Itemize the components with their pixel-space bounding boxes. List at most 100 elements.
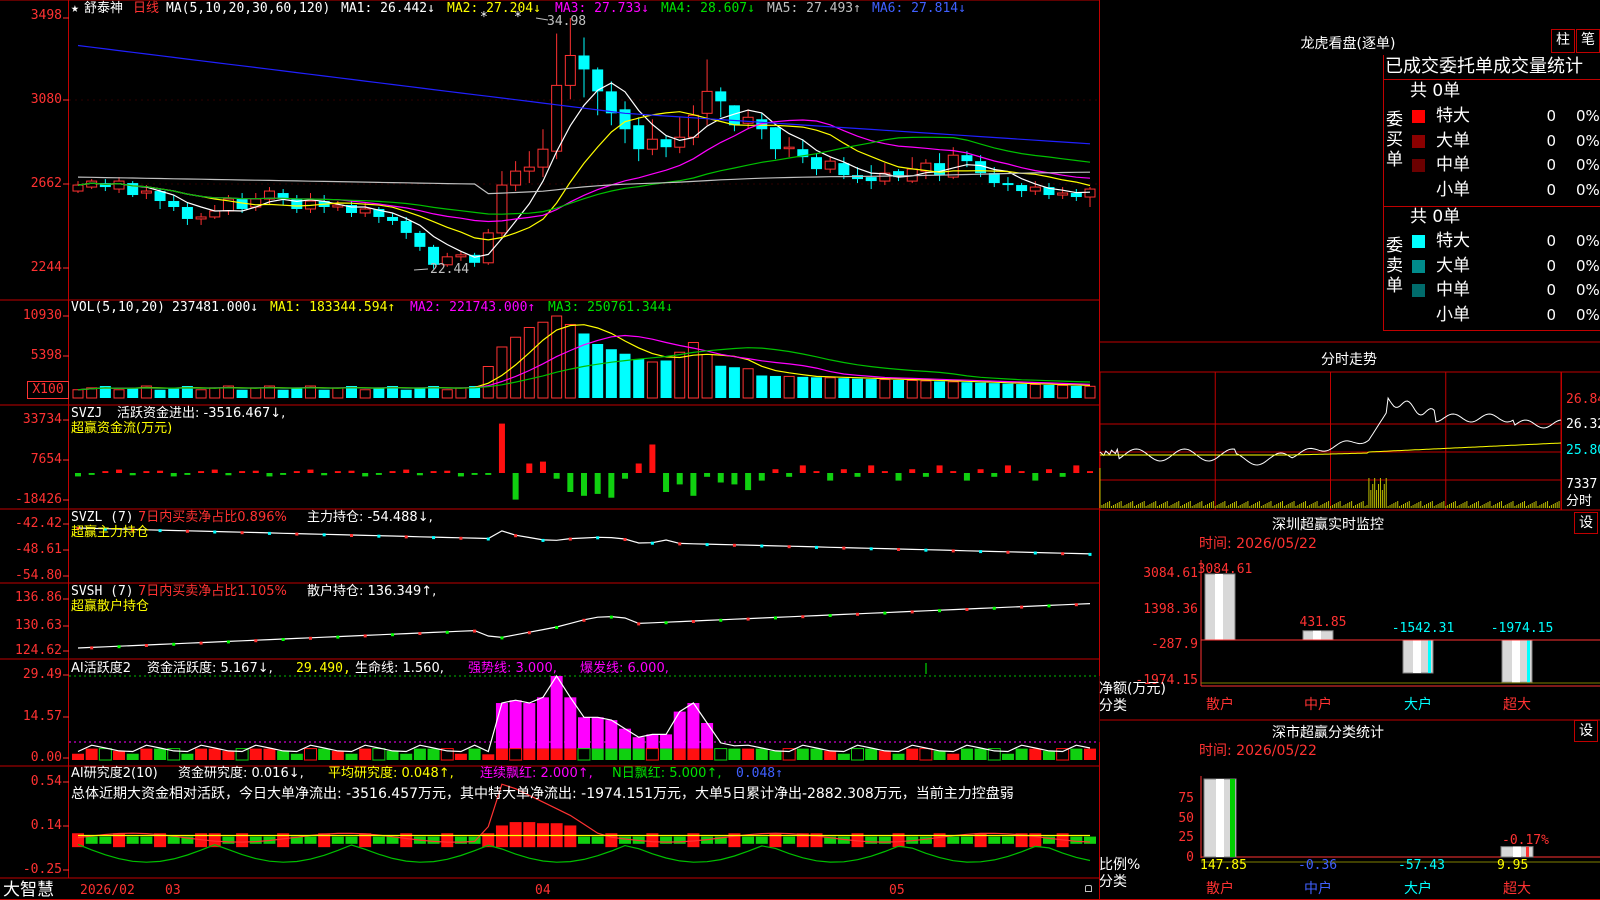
- classify-settings-button[interactable]: 设: [1574, 720, 1598, 742]
- monitor-bar-highlight: [1512, 640, 1520, 683]
- vol-header: VOL(5,10,20): [71, 300, 165, 315]
- volume-bar: [742, 368, 754, 399]
- order-type-label: 小单: [1436, 304, 1470, 325]
- activity-bar: [509, 748, 523, 761]
- flow-bar: [362, 473, 369, 477]
- holding-marker: [596, 536, 600, 540]
- monitor-bar-edge: [1527, 640, 1530, 683]
- candle-body: [414, 232, 426, 247]
- activity-bar: [1056, 748, 1070, 761]
- volume-bar: [1070, 385, 1082, 398]
- activity-bar: [810, 748, 823, 760]
- flow-bar: [977, 469, 984, 473]
- activity-bar: [796, 748, 809, 760]
- monitor-category-label: 超大: [1503, 697, 1531, 713]
- flow-bar: [1059, 473, 1066, 477]
- activity-bar: [359, 748, 372, 760]
- intraday-title: 分时走势: [1321, 352, 1377, 368]
- research-bar: [1084, 836, 1096, 844]
- holding-marker: [308, 636, 312, 640]
- vol-yaxis-label: 5398: [30, 348, 62, 363]
- chart-canvas[interactable]: [0, 0, 1600, 900]
- classify-value-label: 9.95: [1497, 858, 1529, 873]
- lock-icon[interactable]: [1085, 885, 1092, 892]
- monitor-settings-button[interactable]: 设: [1574, 512, 1598, 534]
- favorite-star-icon[interactable]: ★: [71, 1, 79, 17]
- bar-view-button[interactable]: 柱: [1551, 29, 1575, 53]
- classify-yaxis-label: 0: [1186, 850, 1194, 865]
- volume-bar: [359, 389, 371, 399]
- candle-body: [988, 173, 1000, 184]
- tick-view-button[interactable]: 笔: [1576, 29, 1600, 53]
- candle-body: [1016, 185, 1028, 192]
- volume-bar: [674, 351, 686, 399]
- volume-bar: [852, 378, 864, 398]
- volume-bar: [769, 375, 781, 398]
- holding-marker: [90, 646, 94, 650]
- activity-bar: [632, 748, 645, 760]
- intraday-price-label: 26.84: [1566, 392, 1600, 407]
- order-color-swatch: [1412, 259, 1425, 273]
- flow-bar: [157, 470, 164, 473]
- candle-body: [523, 166, 535, 172]
- flow-bar: [293, 471, 300, 473]
- activity-bar: [687, 748, 700, 760]
- monitor-bar-value-label: 3084.61: [1197, 562, 1253, 577]
- holding-marker: [445, 630, 449, 634]
- svzj-header: SVZJ: [71, 406, 103, 421]
- candle-body: [783, 146, 795, 150]
- vol-unit-button[interactable]: X100: [27, 381, 69, 399]
- classify-time: 时间: 2026/05/22: [1199, 743, 1317, 759]
- flow-bar: [266, 473, 273, 477]
- monitor-ylabel: 净额(万元): [1099, 681, 1166, 697]
- period-label[interactable]: 日线: [133, 1, 159, 17]
- svzl-header: SVZL (7): [71, 510, 134, 525]
- monitor-bar-value-label: -1542.31: [1391, 621, 1455, 636]
- classify-category-label: 大户: [1404, 881, 1432, 897]
- order-pct: 0%: [1576, 107, 1600, 125]
- svsh-subtitle: 超赢散户持仓: [71, 599, 150, 614]
- flow-bar: [991, 473, 998, 477]
- holding-marker: [664, 621, 668, 625]
- volume-bar: [250, 387, 262, 399]
- activity-bar: [303, 748, 317, 761]
- volume-bar: [975, 382, 987, 398]
- activity-bar: [645, 748, 659, 761]
- svzj-yaxis-label: 33734: [22, 412, 62, 427]
- sell-total: 共 0单: [1410, 207, 1461, 227]
- ma-params: MA(5,10,20,30,60,120): [166, 1, 331, 16]
- flow-bar: [526, 463, 533, 473]
- svsh-hold: 散户持仓: 136.349↑,: [307, 584, 437, 599]
- ai-active-yaxis-label: 14.57: [22, 709, 62, 724]
- holding-marker: [1061, 552, 1065, 556]
- order-pct: 0%: [1576, 281, 1600, 299]
- ma6-value: MA6: 27.814↓: [872, 1, 966, 16]
- activity-bar: [263, 748, 276, 760]
- candle-body: [168, 201, 180, 207]
- activity-bar: [427, 748, 440, 760]
- volume-bar: [728, 367, 740, 398]
- flow-bar: [444, 470, 451, 473]
- order-count: 0: [1546, 281, 1556, 299]
- volume-bar: [920, 380, 932, 399]
- activity-bar: [878, 750, 891, 760]
- flow-bar: [239, 471, 246, 473]
- ma2-value: MA2: 27.204↓: [447, 1, 541, 16]
- kline-yaxis-label: 3080: [30, 92, 62, 107]
- flow-bar: [581, 473, 587, 496]
- flow-bar: [321, 473, 328, 476]
- stock-name: 舒泰神: [84, 1, 124, 16]
- volume-bar: [783, 375, 795, 399]
- kline-yaxis-label: 2662: [30, 176, 62, 191]
- order-type-label: 特大: [1436, 106, 1470, 126]
- research-bar: [865, 836, 878, 844]
- flow-bar: [280, 473, 287, 475]
- research-bar: [878, 836, 891, 844]
- xaxis-label: 05: [889, 883, 905, 898]
- candle-body: [852, 175, 864, 180]
- order-pct: 0%: [1576, 180, 1600, 199]
- svzj-subtitle: 超赢资金流(万元): [71, 421, 173, 436]
- volume-bar: [414, 387, 426, 398]
- candle-body: [1029, 186, 1041, 192]
- activity-bar: [249, 748, 262, 760]
